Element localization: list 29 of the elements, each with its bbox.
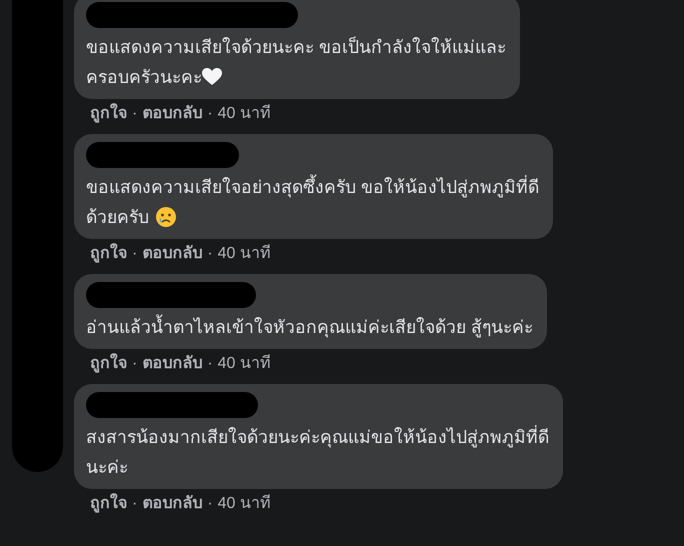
comment-time[interactable]: 40 นาที — [218, 492, 271, 516]
separator-dot: · — [132, 494, 138, 514]
reply-link[interactable]: ตอบกลับ — [142, 352, 202, 376]
comment-time[interactable]: 40 นาที — [218, 102, 271, 126]
like-link[interactable]: ถูกใจ — [90, 352, 127, 376]
heart-icon — [202, 68, 222, 86]
separator-dot: · — [132, 244, 138, 264]
comment-text-line: ด้วยครับ — [86, 206, 149, 229]
comment-time[interactable]: 40 นาที — [218, 352, 271, 376]
comment-text-line: อ่านแล้วน้ำตาไหลเข้าใจหัวอกคุณแม่ค่ะเสียใจด้วย สู้ๆนะค่ะ — [86, 312, 533, 342]
separator-dot: · — [207, 354, 213, 374]
like-link[interactable]: ถูกใจ — [90, 242, 127, 266]
like-link[interactable]: ถูกใจ — [90, 492, 127, 516]
reply-link[interactable]: ตอบกลับ — [142, 102, 202, 126]
comment-text-line: ขอแสดงความเสียใจด้วยนะคะ ขอเป็นกำลังใจให้แม่และ — [86, 36, 506, 59]
separator-dot: · — [132, 354, 138, 374]
separator-dot: · — [207, 244, 213, 264]
crying-face-icon — [155, 206, 177, 228]
reply-link[interactable]: ตอบกลับ — [142, 242, 202, 266]
reply-link[interactable]: ตอบกลับ — [142, 492, 202, 516]
separator-dot: · — [207, 494, 213, 514]
separator-dot: · — [132, 104, 138, 124]
comment-text-line: สงสารน้องมากเสียใจด้วยนะค่ะคุณแม่ขอให้น้องไปสู่ภพภูมิที่ดี — [86, 424, 549, 450]
comment-text-line: ครอบครัวนะคะ — [86, 66, 202, 89]
comment-text-line: นะค่ะ — [86, 456, 128, 479]
comment-text-line: ขอแสดงความเสียใจอย่างสุดซึ้งครับ ขอให้น้องไปสู่ภพภูมิที่ดี — [86, 172, 539, 202]
comment-time[interactable]: 40 นาที — [218, 242, 271, 266]
separator-dot: · — [207, 104, 213, 124]
like-link[interactable]: ถูกใจ — [90, 102, 127, 126]
